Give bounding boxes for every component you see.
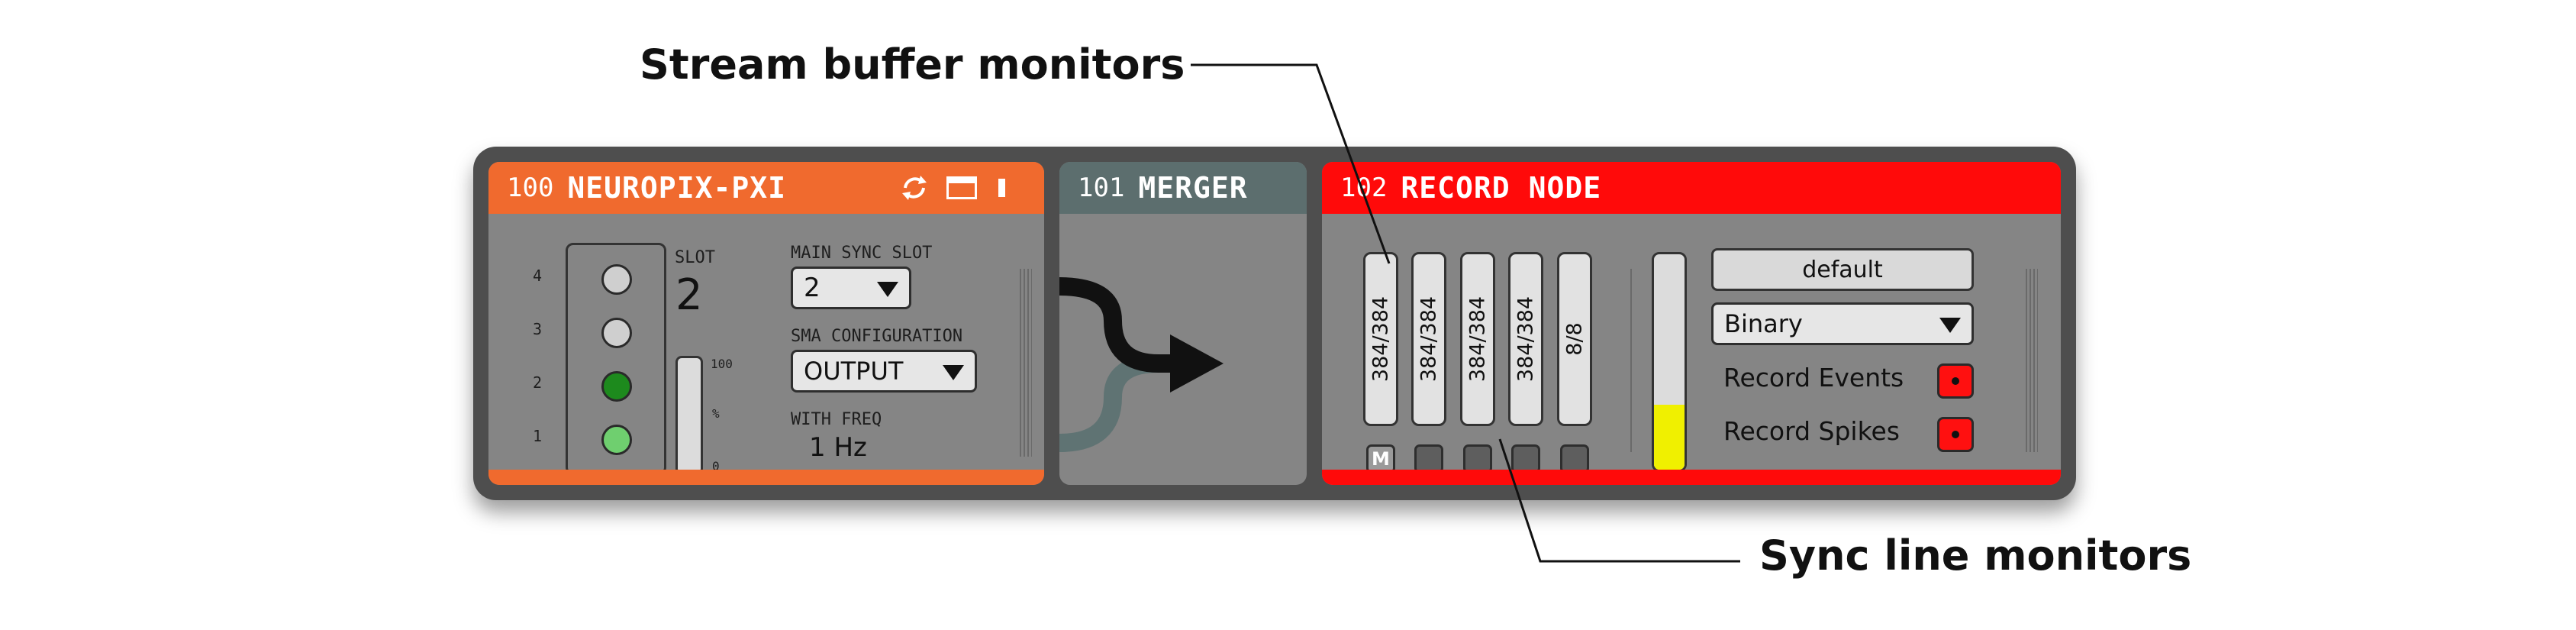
node-name: MERGER <box>1138 171 1248 205</box>
record-footer <box>1322 470 2061 485</box>
resize-handle[interactable] <box>1020 269 1032 457</box>
stream-buffer-monitor[interactable]: 384/384 <box>1363 252 1398 426</box>
probe-status-4[interactable] <box>601 264 632 295</box>
buffer-value: 384/384 <box>1514 296 1538 383</box>
merger-header[interactable]: 101 MERGER <box>1059 162 1307 214</box>
sma-config-label: SMA CONFIGURATION <box>791 327 963 346</box>
main-sync-slot-label: MAIN SYNC SLOT <box>791 244 933 263</box>
buffer-value: 384/384 <box>1465 296 1490 383</box>
probe-status-2[interactable] <box>601 371 632 402</box>
merger-node[interactable]: 101 MERGER <box>1059 162 1307 485</box>
node-id: 100 <box>507 173 554 203</box>
buffer-value: 384/384 <box>1369 296 1393 383</box>
directory-label: default <box>1802 256 1883 283</box>
resize-handle[interactable] <box>2026 269 2038 452</box>
neuropix-header[interactable]: 100 NEUROPIX-PXI <box>488 162 1044 214</box>
freq-value: 1 Hz <box>809 432 867 463</box>
slot-number-1: 1 <box>533 427 543 445</box>
chevron-down-icon <box>943 365 964 380</box>
record-events-toggle[interactable] <box>1937 363 1974 399</box>
slot-number-2: 2 <box>533 373 543 392</box>
chevron-down-icon <box>877 282 898 297</box>
buffer-value: 8/8 <box>1562 322 1587 356</box>
sync-line-annotation: Sync line monitors <box>1759 531 2192 580</box>
window-icon[interactable] <box>946 176 977 199</box>
disk-space-fill <box>1654 405 1685 470</box>
level-scale-unit: % <box>712 406 720 421</box>
node-name: NEUROPIX-PXI <box>567 171 786 205</box>
stream-buffer-monitor[interactable]: 384/384 <box>1411 252 1446 426</box>
record-format-value: Binary <box>1724 309 1803 338</box>
sma-config-value: OUTPUT <box>804 357 904 386</box>
stream-buffer-monitor[interactable]: 384/384 <box>1508 252 1543 426</box>
signal-chain-frame: 100 NEUROPIX-PXI 4 3 2 1 SLOT 2 100 % 0 … <box>473 147 2076 500</box>
stream-buffer-monitor[interactable]: 384/384 <box>1460 252 1495 426</box>
record-events-label: Record Events <box>1723 363 1904 393</box>
probe-status-3[interactable] <box>601 318 632 348</box>
chevron-down-icon <box>1939 318 1961 333</box>
main-sync-slot-dropdown[interactable]: 2 <box>791 267 911 309</box>
level-scale-max: 100 <box>711 357 733 371</box>
node-id: 101 <box>1078 173 1125 203</box>
slot-number-4: 4 <box>533 267 543 285</box>
main-sync-marker: M <box>1372 448 1390 470</box>
record-spikes-label: Record Spikes <box>1723 416 1900 446</box>
with-freq-label: WITH FREQ <box>791 410 882 429</box>
record-header[interactable]: 102 RECORD NODE <box>1322 162 2061 214</box>
refresh-icon[interactable] <box>899 173 930 203</box>
sma-config-dropdown[interactable]: OUTPUT <box>791 350 977 393</box>
probe-status-1[interactable] <box>601 425 632 455</box>
divider <box>1630 269 1632 452</box>
merge-path-icon[interactable] <box>1059 214 1307 485</box>
node-name: RECORD NODE <box>1401 171 1602 205</box>
buffer-value: 384/384 <box>1417 296 1441 383</box>
neuropix-node[interactable]: 100 NEUROPIX-PXI 4 3 2 1 SLOT 2 100 % 0 … <box>488 162 1044 485</box>
slot-label: SLOT <box>675 248 715 267</box>
stream-buffer-monitor[interactable]: 8/8 <box>1557 252 1592 426</box>
main-sync-slot-value: 2 <box>804 273 821 303</box>
neuropix-footer <box>488 470 1044 485</box>
record-spikes-toggle[interactable] <box>1937 417 1974 452</box>
directory-button[interactable]: default <box>1711 248 1974 291</box>
node-id: 102 <box>1340 173 1388 203</box>
fifo-level-meter <box>675 356 703 475</box>
disk-space-meter <box>1652 252 1687 472</box>
slot-number-3: 3 <box>533 320 543 338</box>
stream-buffer-annotation: Stream buffer monitors <box>640 40 1185 89</box>
slot-value: 2 <box>675 270 703 320</box>
record-format-dropdown[interactable]: Binary <box>1711 302 1974 345</box>
menu-toggle-icon[interactable] <box>998 179 1005 197</box>
record-node[interactable]: 102 RECORD NODE 384/384 384/384 384/384 … <box>1322 162 2061 485</box>
